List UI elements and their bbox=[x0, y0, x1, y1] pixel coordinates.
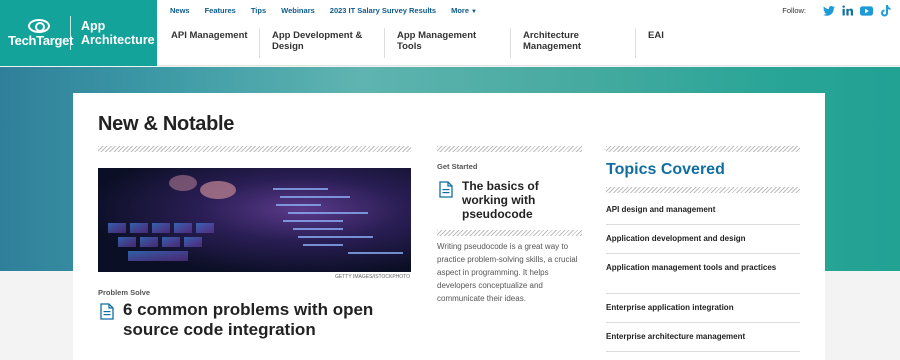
chevron-down-icon: ▼ bbox=[471, 9, 477, 15]
utility-link-news[interactable]: News bbox=[170, 6, 190, 20]
hatch-divider bbox=[98, 146, 411, 152]
nav-divider bbox=[510, 28, 511, 58]
hatch-divider bbox=[606, 146, 800, 152]
section-title: New & Notable bbox=[98, 113, 235, 135]
follow-bar: Follow: bbox=[782, 4, 892, 17]
youtube-icon[interactable] bbox=[860, 4, 873, 17]
twitter-icon[interactable] bbox=[822, 4, 835, 17]
nav-item-api-management[interactable]: API Management bbox=[171, 30, 259, 41]
feature-kicker[interactable]: Problem Solve bbox=[98, 288, 150, 297]
more-label: More bbox=[451, 6, 470, 15]
nav-item-app-management-tools[interactable]: App Management Tools bbox=[397, 30, 489, 52]
tiktok-icon[interactable] bbox=[879, 4, 892, 17]
topic-item[interactable]: API design and management bbox=[606, 195, 800, 225]
topic-item[interactable]: Enterprise architecture management bbox=[606, 323, 800, 352]
follow-label: Follow: bbox=[782, 6, 806, 15]
secondary-teaser: Writing pseudocode is a great way to pra… bbox=[437, 242, 578, 303]
logo-text: TechTarget bbox=[8, 33, 74, 48]
image-credit: GETTY IMAGES/ISTOCKPHOTO bbox=[335, 274, 411, 280]
nav-divider bbox=[635, 28, 636, 58]
secondary-kicker[interactable]: Get Started bbox=[437, 162, 477, 171]
utility-nav: News Features Tips Webinars 2023 IT Sala… bbox=[170, 6, 492, 20]
topic-item[interactable]: Enterprise application integration bbox=[606, 294, 800, 323]
nav-item-architecture-management[interactable]: Architecture Management bbox=[523, 30, 609, 52]
hatch-divider bbox=[606, 187, 800, 193]
feature-image[interactable] bbox=[98, 168, 411, 272]
secondary-headline[interactable]: The basics of working with pseudocode bbox=[462, 179, 577, 221]
main-nav: API Management App Development & Design … bbox=[157, 26, 900, 66]
utility-link-features[interactable]: Features bbox=[205, 6, 236, 20]
hatch-divider bbox=[437, 146, 582, 152]
nav-item-eai[interactable]: EAI bbox=[648, 30, 708, 41]
utility-link-more[interactable]: More ▼ bbox=[451, 6, 477, 20]
logo-eye-icon bbox=[28, 19, 50, 33]
utility-link-webinars[interactable]: Webinars bbox=[281, 6, 315, 20]
brand-block[interactable]: TechTarget App Architecture bbox=[0, 0, 157, 66]
keyboard-image bbox=[108, 175, 403, 261]
linkedin-icon[interactable] bbox=[841, 4, 854, 17]
nav-item-app-development[interactable]: App Development & Design bbox=[272, 30, 372, 52]
topic-item[interactable]: Application management tools and practic… bbox=[606, 254, 800, 294]
utility-link-salary-survey[interactable]: 2023 IT Salary Survey Results bbox=[330, 6, 436, 20]
topics-title: Topics Covered bbox=[606, 161, 725, 178]
hatch-divider bbox=[437, 230, 582, 236]
topic-item[interactable]: Application development and design bbox=[606, 225, 800, 254]
new-and-notable-card: New & Notable GETTY IMAGES/ISTOCKPHOTO P… bbox=[73, 93, 825, 360]
brand-divider bbox=[70, 16, 71, 50]
site-name-line1: App bbox=[81, 19, 106, 33]
document-icon bbox=[100, 303, 114, 320]
nav-divider bbox=[384, 28, 385, 58]
site-name-line2: Architecture bbox=[81, 33, 155, 47]
document-icon bbox=[439, 181, 453, 198]
topics-list: API design and management Application de… bbox=[606, 195, 800, 352]
utility-link-tips[interactable]: Tips bbox=[251, 6, 266, 20]
feature-headline[interactable]: 6 common problems with open source code … bbox=[123, 300, 413, 340]
site-name[interactable]: App Architecture bbox=[81, 19, 155, 47]
techtarget-logo[interactable]: TechTarget bbox=[8, 16, 74, 50]
nav-divider bbox=[259, 28, 260, 58]
site-header: TechTarget App Architecture News Feature… bbox=[0, 0, 900, 66]
